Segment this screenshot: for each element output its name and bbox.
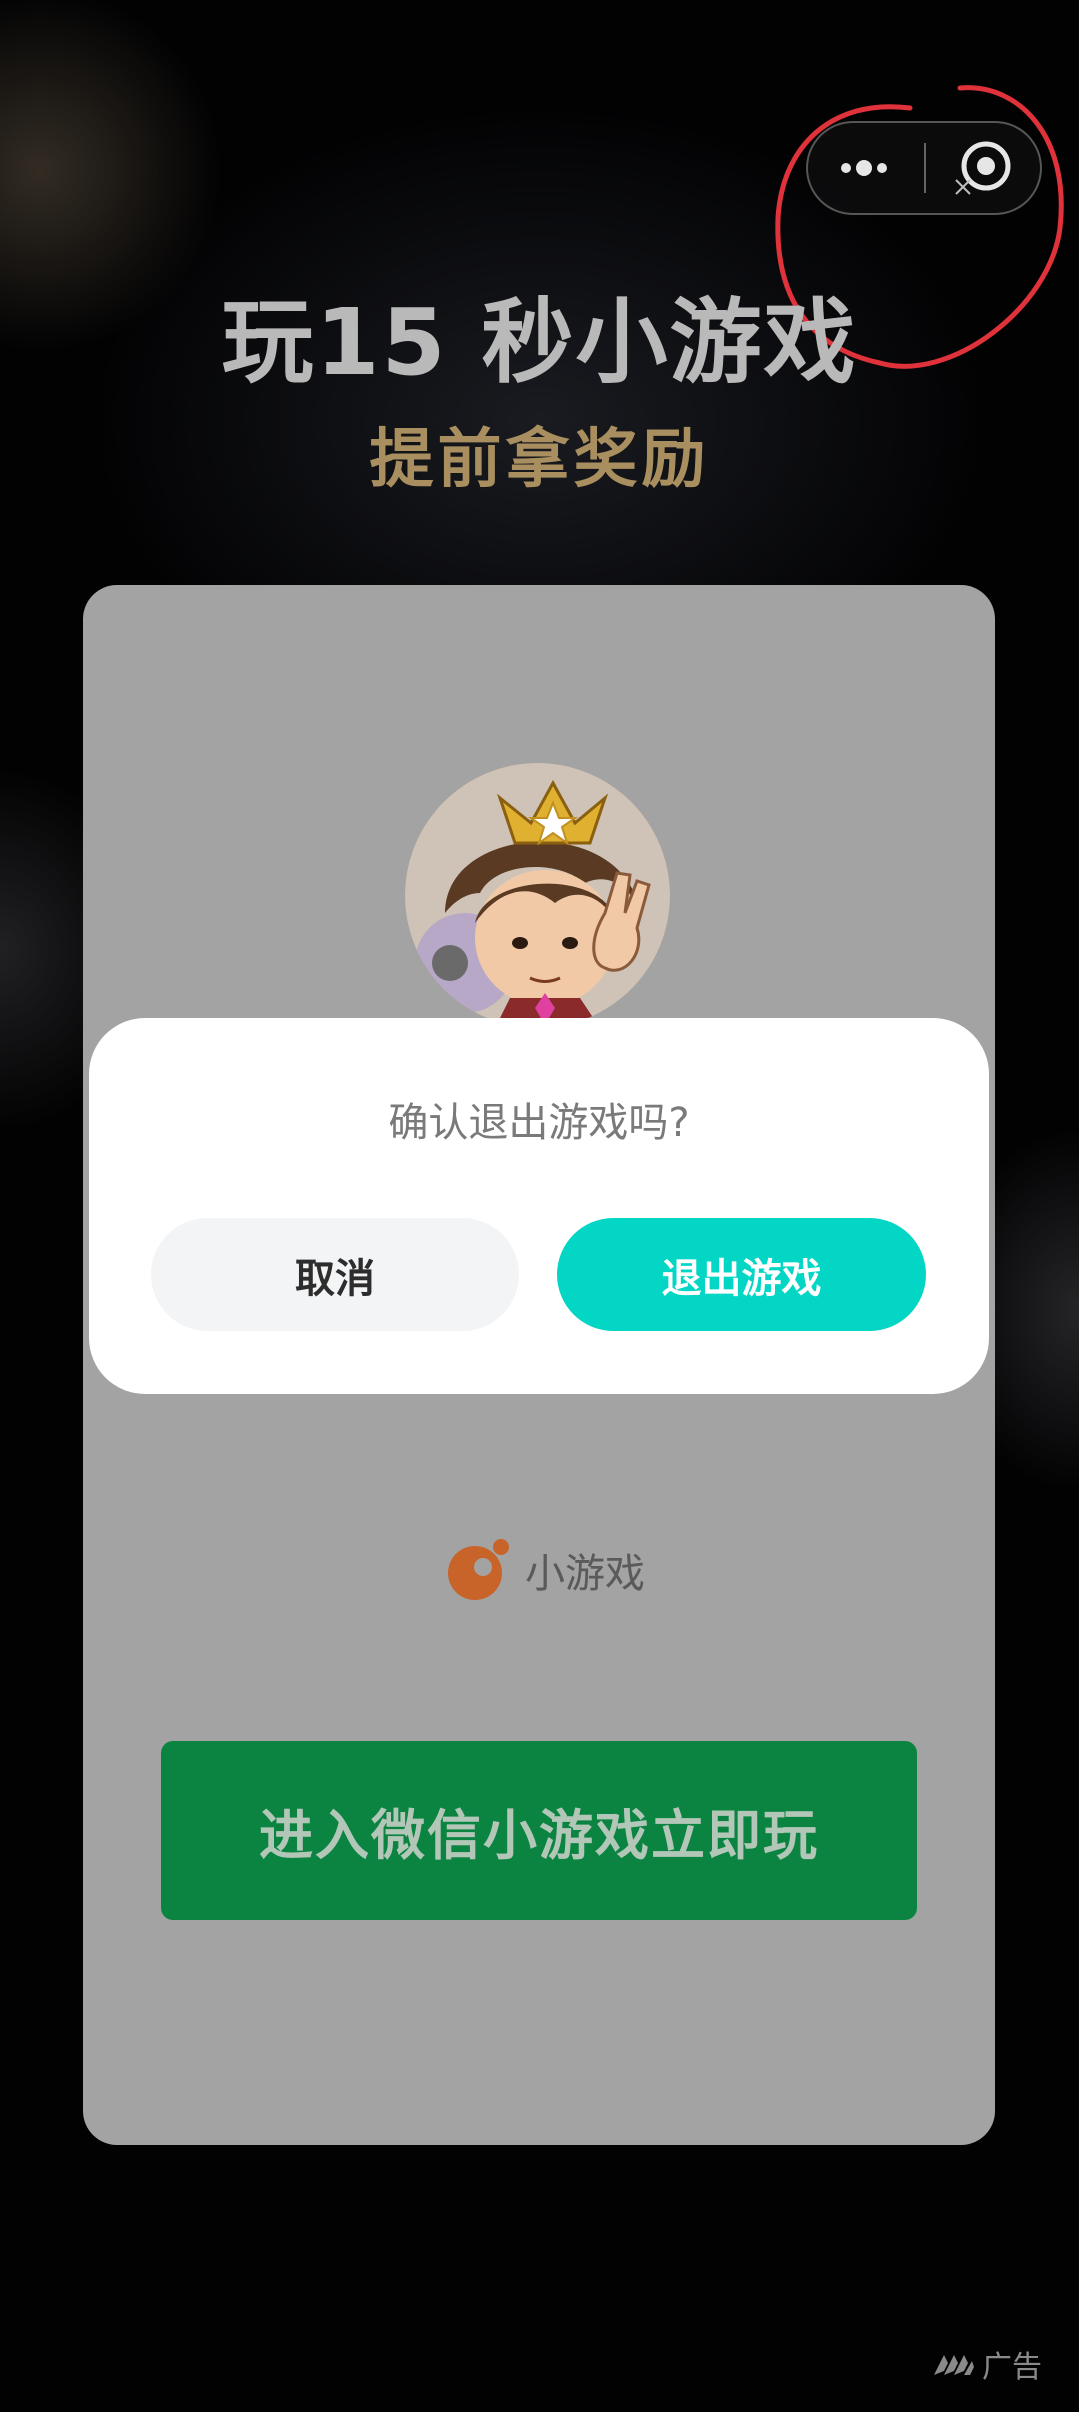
page-subtitle: 提前拿奖励 [369,423,710,497]
mini-game-logo-icon [448,1539,509,1600]
dialog-message: 确认退出游戏吗? [388,1100,690,1146]
exit-confirm-dialog: 确认退出游戏吗? 取消 退出游戏 [89,1018,989,1394]
mini-game-brand: 小游戏 [445,1535,645,1605]
page-title: 玩15 秒小游戏 [221,289,858,396]
mini-game-label: 小游戏 [525,1551,645,1597]
game-avatar [405,763,670,1028]
ad-badge: 广告 [932,2342,1042,2386]
exit-game-button[interactable]: 退出游戏 [557,1218,926,1331]
enter-wechat-game-button[interactable]: 进入微信小游戏立即玩 [161,1741,917,1920]
screen: 玩15 秒小游戏 提前拿奖励 小游戏 进入微信小游戏立即玩 确认退出游戏吗? 取… [0,0,1079,2412]
cancel-button[interactable]: 取消 [151,1218,519,1331]
ad-label: 广告 [982,2350,1042,2385]
ad-logo-icon [934,2355,974,2375]
